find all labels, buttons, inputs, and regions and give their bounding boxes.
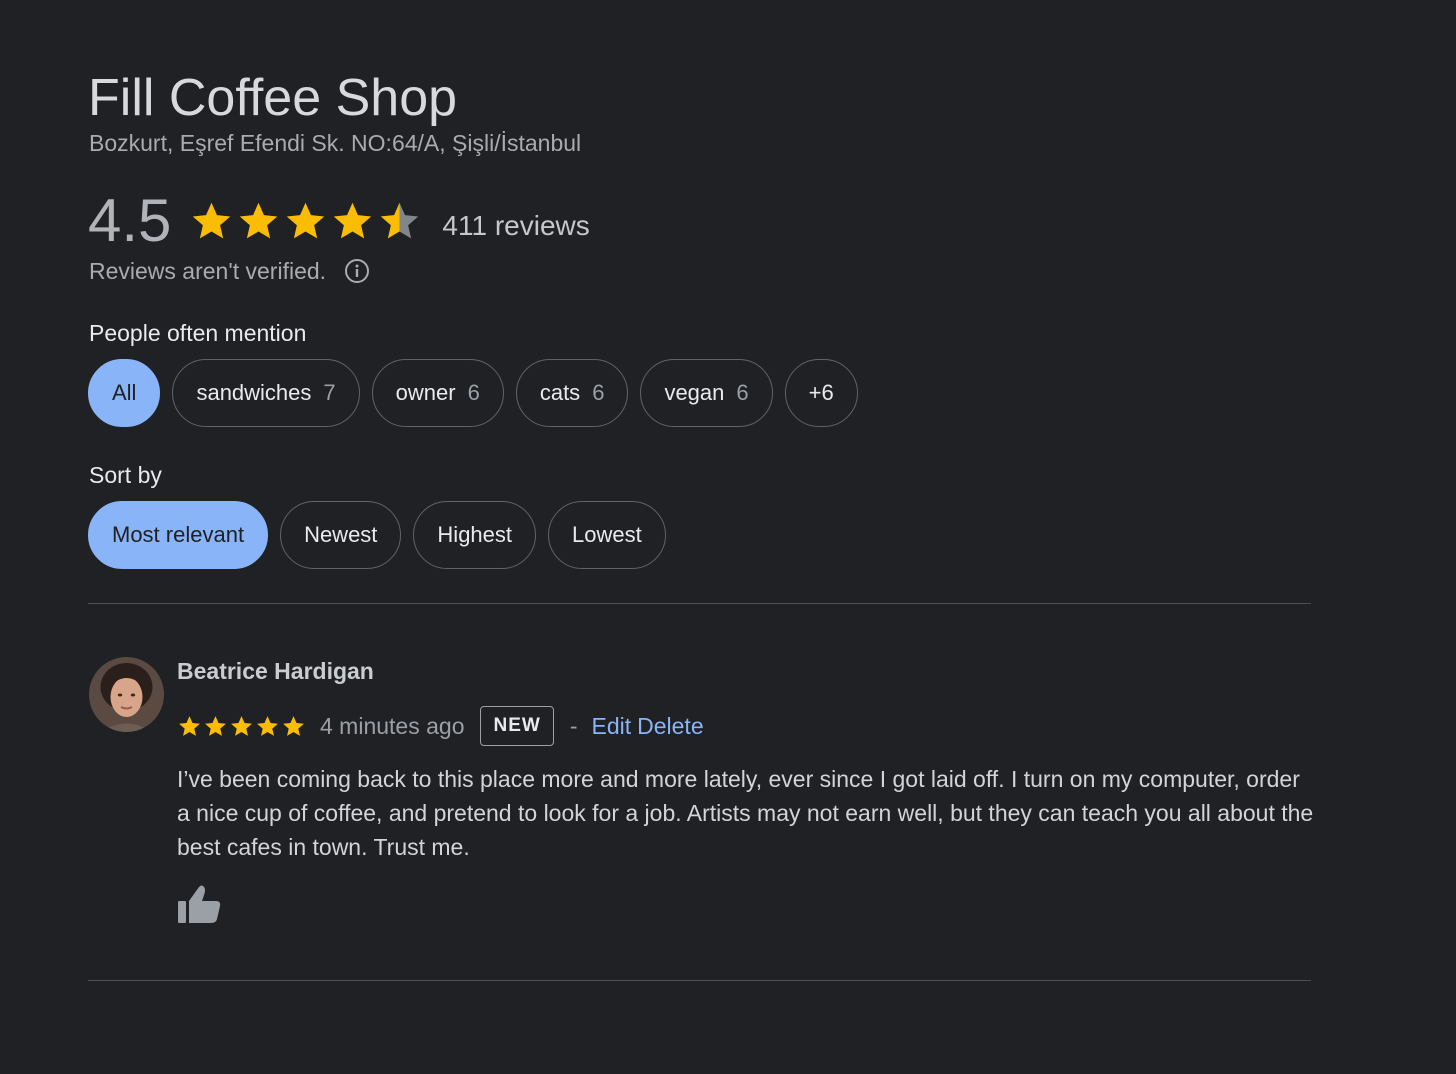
review-meta: 4 minutes ago NEW - Edit Delete [177,704,704,748]
star-icon [240,202,278,238]
mention-chip-label: All [112,380,137,405]
sort-chip-label: Most relevant [112,522,245,547]
sort-label: Sort by [89,462,162,488]
sort-chip[interactable]: Highest [413,501,537,569]
rating-summary: 4.5 411 reviews [88,186,590,256]
mention-chip-count: 6 [467,380,480,405]
rating-value: 4.5 [88,187,172,254]
mention-chip[interactable]: +6 [784,359,858,427]
sort-chip[interactable]: Newest [280,501,402,569]
mentions-label: People often mention [89,320,307,346]
mention-chips: All sandwiches 7 owner 6 cats 6 vegan 6 +6 [88,359,858,427]
mention-chip-label: cats [539,380,581,405]
star-icon [381,202,419,238]
mention-chip-count: 6 [592,380,605,405]
review-text: I’ve been coming back to this place more… [177,766,1314,860]
sort-chips: Most relevant Newest Highest Lowest [88,501,666,569]
star-icon [231,715,252,736]
mention-chip-count: 6 [736,380,749,405]
separator: - [569,712,578,739]
star-icon [179,715,200,736]
reviewer-name[interactable]: Beatrice Hardigan [177,656,374,686]
place-address: Bozkurt, Eşref Efendi Sk. NO:64/A, Şişli… [89,130,582,156]
new-badge: NEW [480,706,554,746]
rating-stars [189,199,422,244]
mention-chip-label: +6 [808,380,834,405]
edit-review-link[interactable]: Edit [591,713,631,740]
divider [88,980,1311,981]
review-count-link[interactable]: 411 reviews [442,210,589,242]
star-icon [205,715,226,736]
star-icon [334,202,372,238]
sort-chip-label: Lowest [572,522,642,547]
sort-chip-label: Highest [437,522,513,547]
mention-chip-count: 7 [323,380,336,405]
sort-chip[interactable]: Most relevant [88,501,269,569]
mention-chip-label: owner [395,380,456,405]
mention-chip[interactable]: vegan 6 [640,359,773,427]
mention-chip-label: vegan [664,380,725,405]
divider [88,603,1311,604]
reviewer-avatar[interactable] [89,657,164,732]
info-icon[interactable] [344,258,370,284]
star-icon [287,202,325,238]
mention-chip[interactable]: cats 6 [515,359,629,427]
star-icon [283,715,304,736]
delete-review-link[interactable]: Delete [637,713,703,740]
reviews-panel: Fill Coffee Shop Bozkurt, Eşref Efendi S… [0,0,1456,1074]
sort-chip[interactable]: Lowest [548,501,666,569]
mention-chip-label: sandwiches [196,380,312,405]
star-icon [193,202,231,238]
mention-chip[interactable]: All [88,359,161,427]
thumbs-up-icon[interactable] [176,883,222,925]
star-icon [257,715,278,736]
mention-chip[interactable]: sandwiches 7 [172,359,360,427]
verification-text: Reviews aren't verified. [89,257,327,284]
person-avatar-icon [89,657,164,732]
review-time: 4 minutes ago [320,712,465,739]
verification-note: Reviews aren't verified. [89,255,370,287]
mention-chip[interactable]: owner 6 [371,359,504,427]
place-title: Fill Coffee Shop [88,69,458,127]
sort-chip-label: Newest [304,522,378,547]
review-stars [177,714,306,739]
